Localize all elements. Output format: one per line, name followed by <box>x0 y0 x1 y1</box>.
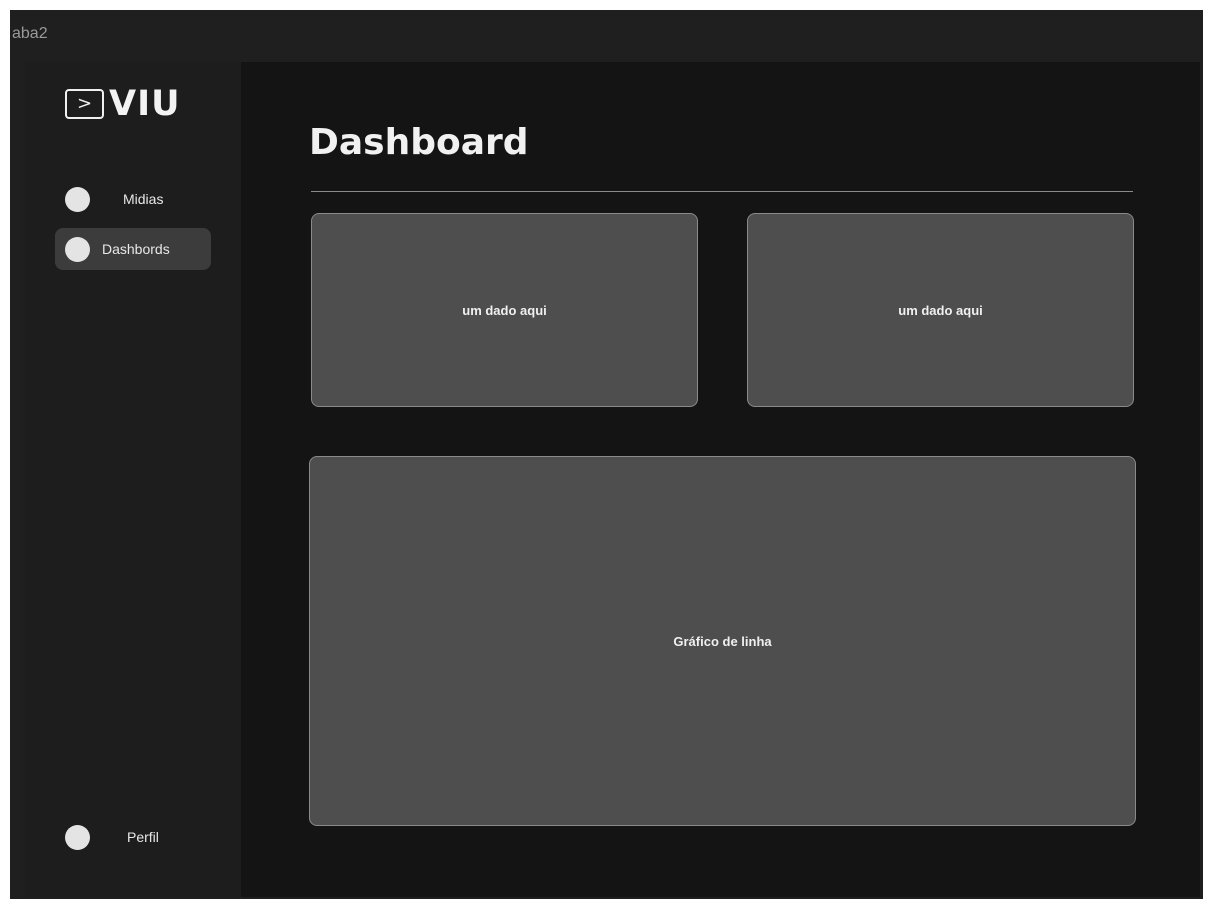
logo[interactable]: > VIU <box>65 84 181 124</box>
data-card[interactable]: um dado aqui <box>311 213 698 407</box>
chart-panel-label: Gráfico de linha <box>673 633 772 649</box>
page-title: Dashboard <box>309 122 529 163</box>
main-content: Dashboard um dado aqui um dado aqui Gráf… <box>241 62 1200 897</box>
circle-icon <box>65 186 90 212</box>
divider <box>311 191 1133 192</box>
sidebar-item-label: Perfil <box>127 829 159 845</box>
line-chart-panel[interactable]: Gráfico de linha <box>309 456 1136 826</box>
sidebar: > VIU Midias Dashbords Perfil <box>25 62 241 897</box>
sidebar-item-label: Dashbords <box>102 241 170 257</box>
app-window: aba2 > VIU Midias Dashbords Perfil Dashb… <box>10 10 1203 899</box>
sidebar-item-midias[interactable]: Midias <box>55 178 211 220</box>
data-card[interactable]: um dado aqui <box>747 213 1134 407</box>
circle-icon <box>65 236 90 262</box>
logo-text: VIU <box>109 84 181 124</box>
play-icon: > <box>65 89 104 119</box>
logo-glyph: > <box>76 93 93 114</box>
sidebar-item-dashbords[interactable]: Dashbords <box>55 228 211 270</box>
frame-label: aba2 <box>12 25 48 42</box>
data-card-label: um dado aqui <box>898 302 983 318</box>
sidebar-item-perfil[interactable]: Perfil <box>55 816 211 858</box>
data-card-label: um dado aqui <box>462 302 547 318</box>
sidebar-item-label: Midias <box>123 191 164 207</box>
avatar <box>65 824 90 850</box>
